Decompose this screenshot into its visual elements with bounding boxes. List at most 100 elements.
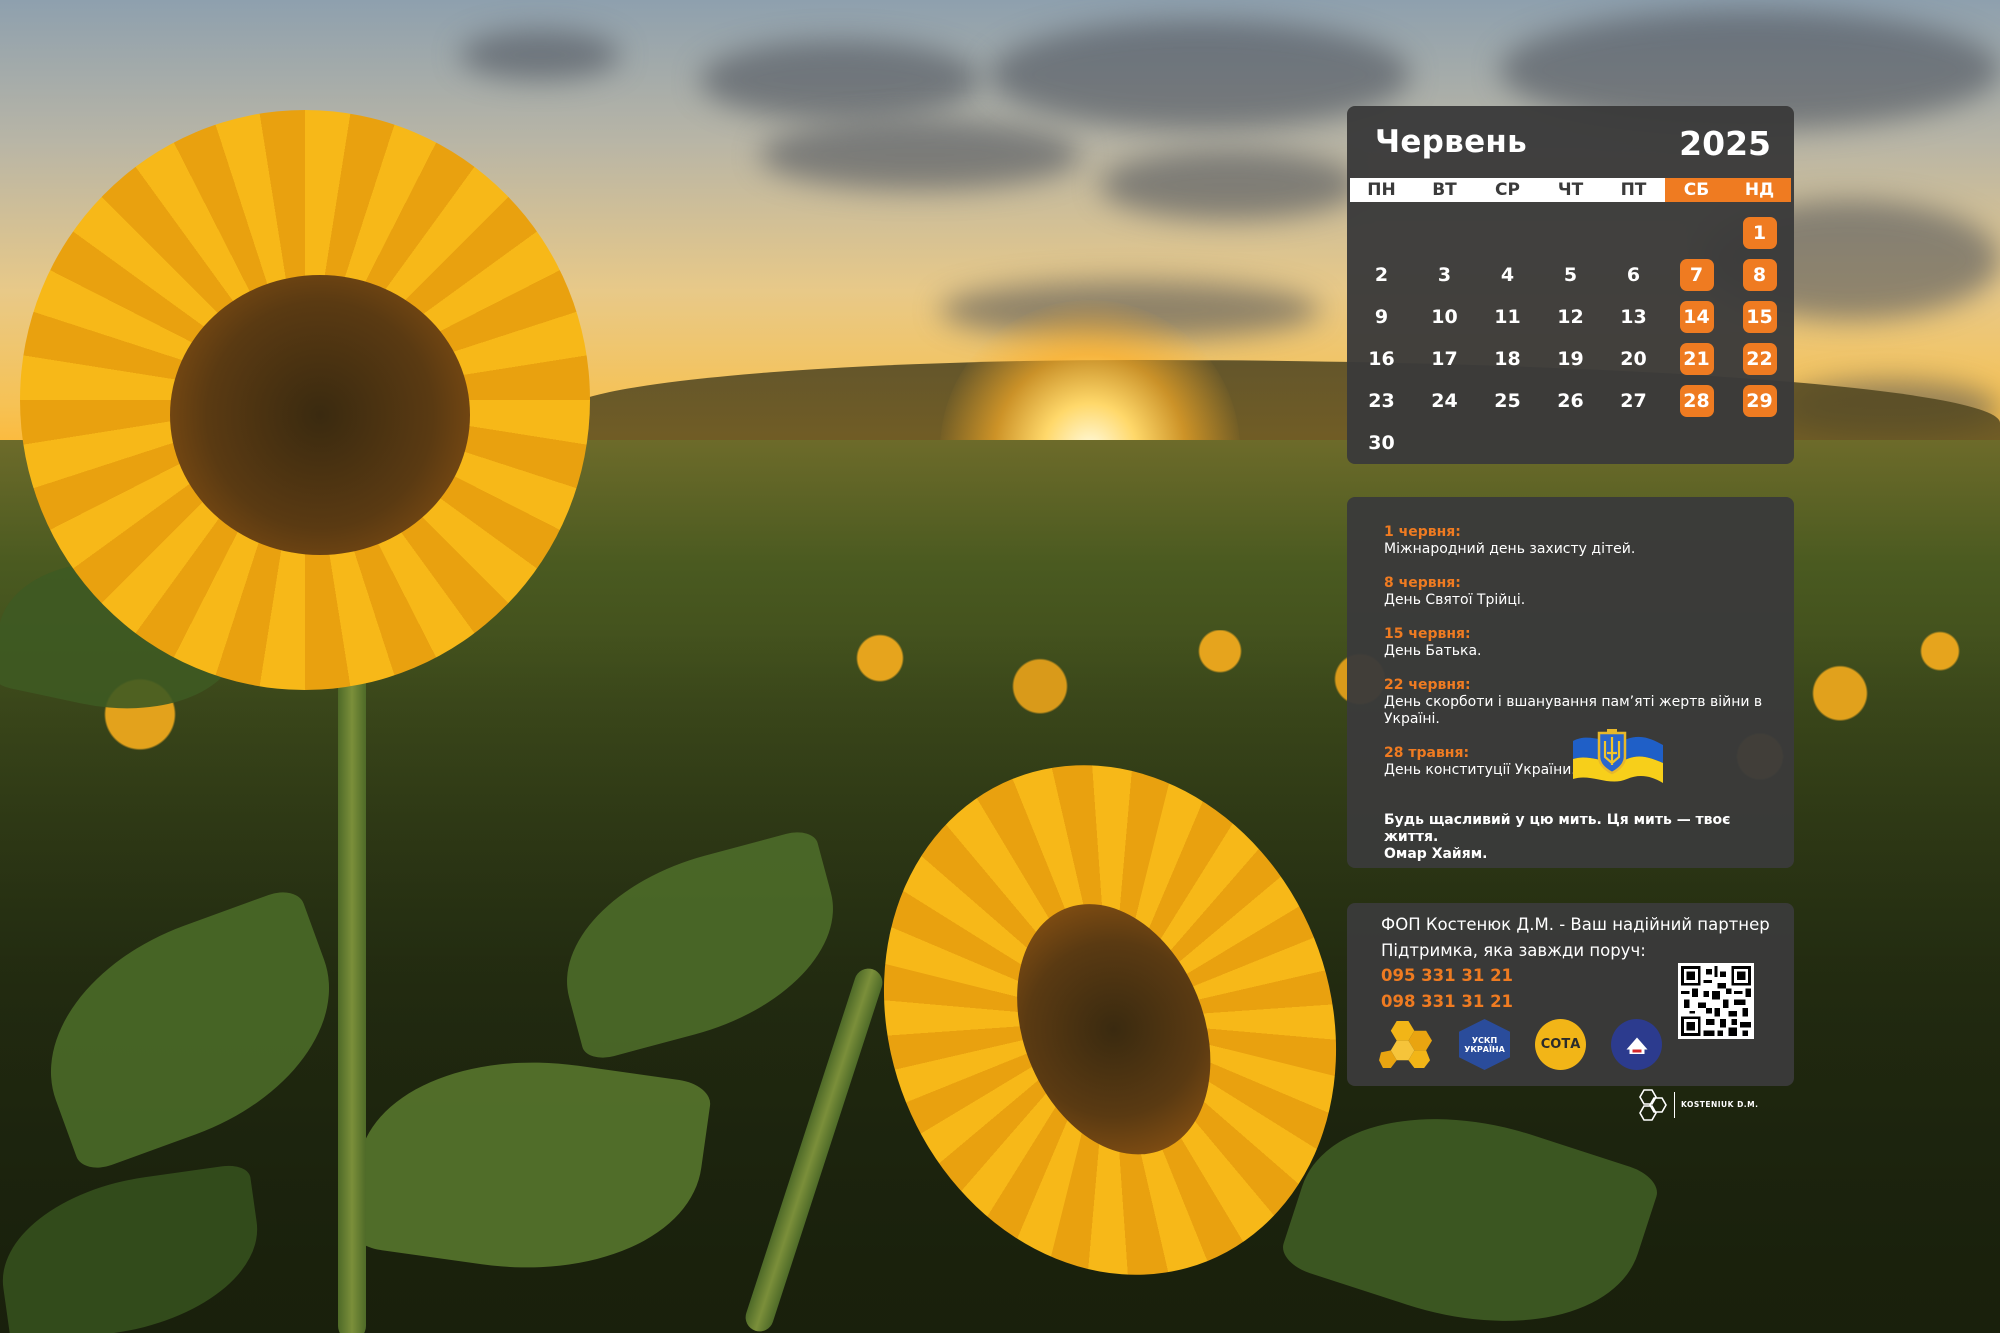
weekday-sat: СБ (1665, 178, 1728, 202)
calendar-empty-cell (1350, 212, 1413, 254)
calendar-day-number: 28 (1679, 385, 1714, 417)
qr-code-icon[interactable] (1678, 963, 1754, 1039)
calendar-day-number: 24 (1431, 390, 1458, 412)
calendar-day-number: 30 (1368, 432, 1395, 454)
honeycomb-logo-icon (1379, 1019, 1434, 1070)
weekday-fri: ПТ (1620, 180, 1647, 200)
calendar-day-number: 4 (1500, 264, 1515, 286)
phone-link[interactable]: 095 331 31 21 (1381, 966, 1513, 985)
calendar-empty-cell (1413, 422, 1476, 464)
calendar-day: 24 (1413, 380, 1476, 422)
calendar-year: 2025 (1679, 124, 1771, 163)
calendar-day: 17 (1413, 338, 1476, 380)
calendar-day: 21 (1665, 338, 1728, 380)
calendar-day-number: 6 (1626, 264, 1641, 286)
calendar-empty-cell (1665, 212, 1728, 254)
weekday-tue: ВТ (1432, 180, 1457, 200)
calendar-day-number: 10 (1431, 306, 1458, 328)
event-item: 22 червня: День скорботи і вшанування па… (1384, 677, 1774, 728)
calendar-day: 4 (1476, 254, 1539, 296)
calendar-empty-cell (1539, 422, 1602, 464)
calendar-empty-cell (1602, 212, 1665, 254)
calendar-empty-cell (1413, 212, 1476, 254)
calendar-empty-cell (1476, 212, 1539, 254)
calendar-empty-cell (1665, 422, 1728, 464)
calendar-day: 16 (1350, 338, 1413, 380)
calendar-grid: 1 2 3 4 5 6 7 8 9 10 11 12 13 14 15 16 17 18 19 20 21 22 23 24 2… (1350, 212, 1791, 464)
calendar-day: 6 (1602, 254, 1665, 296)
calendar-day-number: 13 (1620, 306, 1647, 328)
calendar-day-number: 8 (1742, 259, 1777, 291)
calendar-day-number: 20 (1620, 348, 1647, 370)
calendar-day: 26 (1539, 380, 1602, 422)
event-date: 1 червня: (1384, 524, 1461, 540)
calendar-day-number: 27 (1620, 390, 1647, 412)
calendar-day: 8 (1728, 254, 1791, 296)
event-item: 28 травня: День конституції України. (1384, 745, 1576, 779)
calendar-month: Червень (1375, 124, 1528, 160)
calendar-day-number: 29 (1742, 385, 1777, 417)
sota-logo-icon: СОТА (1535, 1019, 1586, 1070)
calendar-day-number: 2 (1374, 264, 1389, 286)
calendar-day-number: 15 (1742, 301, 1777, 333)
weekday-wed: СР (1495, 180, 1520, 200)
cloud (1100, 150, 1360, 220)
calendar-day-number: 1 (1742, 217, 1777, 249)
calendar-day-number: 19 (1557, 348, 1584, 370)
quote: Будь щасливий у цю мить. Ця мить — твоє … (1384, 812, 1774, 863)
phone-link[interactable]: 098 331 31 21 (1381, 992, 1513, 1011)
calendar-day-number: 11 (1494, 306, 1521, 328)
events-panel: 1 червня: Міжнародний день захисту дітей… (1347, 497, 1794, 868)
brand-divider (1674, 1092, 1675, 1118)
calendar-day-number: 22 (1742, 343, 1777, 375)
calendar-day-number: 9 (1374, 306, 1389, 328)
calendar-day-number: 18 (1494, 348, 1521, 370)
brand-hex-logo-icon (1639, 1089, 1667, 1121)
calendar-day: 1 (1728, 212, 1791, 254)
event-text: День Святої Трійці. (1384, 592, 1526, 608)
event-item: 1 червня: Міжнародний день захисту дітей… (1384, 524, 1774, 558)
calendar-day: 29 (1728, 380, 1791, 422)
calendar-day-number: 26 (1557, 390, 1584, 412)
event-date: 22 червня: (1384, 677, 1471, 693)
cloud (760, 120, 1080, 190)
weekday-thu: ЧТ (1557, 180, 1584, 200)
calendar-day: 22 (1728, 338, 1791, 380)
event-text: День Батька. (1384, 643, 1482, 659)
calendar-panel: Червень 2025 ПН ВТ СР ЧТ ПТ СБ НД 123456… (1347, 106, 1794, 464)
calendar-day: 28 (1665, 380, 1728, 422)
cloud (700, 40, 980, 120)
uskp-logo-icon: УСКП УКРАЇНА (1459, 1019, 1510, 1070)
partner-title: ФОП Костенюк Д.М. - Ваш надійний партнер (1381, 915, 1770, 934)
calendar-day-number: 14 (1679, 301, 1714, 333)
calendar-day: 2 (1350, 254, 1413, 296)
stem (338, 640, 366, 1333)
calendar-day: 9 (1350, 296, 1413, 338)
coat-of-arms-flag-icon (1573, 729, 1663, 783)
calendar-day: 3 (1413, 254, 1476, 296)
calendar-day: 19 (1539, 338, 1602, 380)
event-text: День скорботи і вшанування пам’яті жертв… (1384, 694, 1763, 727)
calendar-day-number: 7 (1679, 259, 1714, 291)
calendar-empty-cell (1476, 422, 1539, 464)
calendar-day: 20 (1602, 338, 1665, 380)
event-text: Міжнародний день захисту дітей. (1384, 541, 1636, 557)
calendar-day: 10 (1413, 296, 1476, 338)
brand-mark: KOSTENIUK D.M. (1634, 1088, 1758, 1122)
calendar-day-number: 5 (1563, 264, 1578, 286)
partner-logos: УСКП УКРАЇНА СОТА (1379, 1019, 1662, 1070)
calendar-day-number: 3 (1437, 264, 1452, 286)
calendar-day: 15 (1728, 296, 1791, 338)
calendar-day: 5 (1539, 254, 1602, 296)
brand-name: KOSTENIUK D.M. (1681, 1100, 1759, 1109)
weekday-mon: ПН (1367, 180, 1396, 200)
event-item: 8 червня: День Святої Трійці. (1384, 575, 1774, 609)
event-item: 15 червня: День Батька. (1384, 626, 1774, 660)
ru-logo-icon (1611, 1019, 1662, 1070)
calendar-day: 12 (1539, 296, 1602, 338)
calendar-day: 27 (1602, 380, 1665, 422)
calendar-day-number: 12 (1557, 306, 1584, 328)
cloud (460, 30, 620, 80)
calendar-day: 30 (1350, 422, 1413, 464)
calendar-day-number: 17 (1431, 348, 1458, 370)
